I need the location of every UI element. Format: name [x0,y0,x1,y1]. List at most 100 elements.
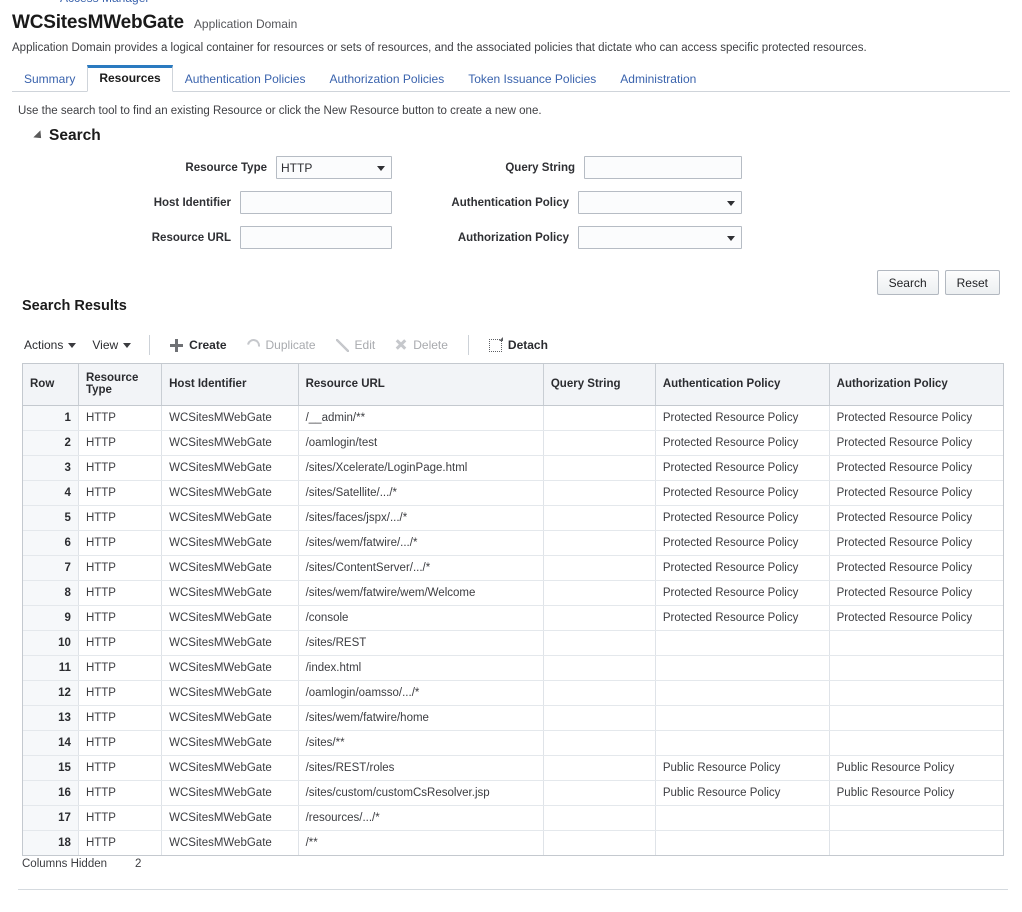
resource-type-label: Resource Type [185,161,267,174]
search-form: Resource Type HTTP Query String Host Ide… [0,156,1010,261]
cell-authorization-policy [829,730,1003,756]
cell-authentication-policy: Protected Resource Policy [655,455,830,481]
cell-host-identifier: WCSitesMWebGate [161,530,299,556]
cell-authentication-policy [655,830,830,855]
column-header-resource-url[interactable]: Resource URL [298,364,544,406]
cell-host-identifier: WCSitesMWebGate [161,730,299,756]
cell-host-identifier: WCSitesMWebGate [161,680,299,706]
cell-row-number: 6 [23,530,79,556]
delete-label: Delete [413,338,448,352]
chevron-down-icon [377,165,385,171]
cell-row-number: 8 [23,580,79,606]
detach-button[interactable]: Detach [479,336,558,352]
resource-url-label: Resource URL [151,231,231,244]
table-row[interactable]: 7 HTTP WCSitesMWebGate/sites/ContentServer… [23,555,1003,581]
view-menu[interactable]: View [84,338,139,352]
cell-resource-url: /index.html [298,655,544,681]
chevron-down-icon [727,200,735,206]
columns-hidden-value: 2 [135,858,142,870]
authentication-policy-select[interactable] [578,191,742,214]
table-row[interactable]: 11 HTTP WCSitesMWebGate/index.html [23,655,1003,681]
search-button[interactable]: Search [876,270,939,295]
authorization-policy-select[interactable] [578,226,742,249]
cell-resource-url: /sites/Satellite/.../* [298,480,544,506]
cell-authorization-policy: Public Resource Policy [829,755,1003,781]
column-header-query-string[interactable]: Query String [543,364,656,406]
reset-button[interactable]: Reset [944,270,1000,295]
column-header-resource-type[interactable]: Resource Type [78,364,163,406]
tab-summary[interactable]: Summary [12,67,87,92]
table-row[interactable]: 4 HTTP WCSitesMWebGate/sites/Satellite/...… [23,480,1003,506]
table-row[interactable]: 14 HTTP WCSitesMWebGate/sites/** [23,730,1003,756]
host-identifier-input[interactable] [240,191,392,214]
cell-resource-url: /sites/wem/fatwire/wem/Welcome [298,580,544,606]
view-menu-label: View [92,338,119,352]
table-row[interactable]: 15 HTTP WCSitesMWebGate/sites/REST/roles Pu… [23,755,1003,781]
collapse-triangle-icon[interactable] [33,130,45,142]
cell-row-number: 4 [23,480,79,506]
cell-resource-url: /__admin/** [298,405,544,431]
cell-resource-url: /sites/ContentServer/.../* [298,555,544,581]
cell-resource-url: /** [298,830,544,855]
cell-host-identifier: WCSitesMWebGate [161,655,299,681]
column-header-host-identifier[interactable]: Host Identifier [161,364,299,406]
table-row[interactable]: 6 HTTP WCSitesMWebGate/sites/wem/fatwire/.… [23,530,1003,556]
table-row[interactable]: 13 HTTP WCSitesMWebGate/sites/wem/fatwire/… [23,705,1003,731]
query-string-input[interactable] [584,156,742,179]
cell-resource-type: HTTP [78,605,163,631]
table-row[interactable]: 3 HTTP WCSitesMWebGate/sites/Xcelerate/Log… [23,455,1003,481]
cell-authorization-policy [829,830,1003,855]
tab-administration[interactable]: Administration [608,67,708,92]
resource-type-select[interactable]: HTTP [276,156,392,179]
toolbar-divider [149,335,151,355]
table-row[interactable]: 9 HTTP WCSitesMWebGate/console Protected Re… [23,605,1003,631]
duplicate-label: Duplicate [265,338,316,352]
table-row[interactable]: 16 HTTP WCSitesMWebGate/sites/custom/custo… [23,780,1003,806]
columns-hidden-label: Columns Hidden [22,858,108,870]
resource-url-input[interactable] [240,226,392,249]
tab-authentication-policies[interactable]: Authentication Policies [173,67,318,92]
cell-resource-type: HTTP [78,405,163,431]
tab-authorization-policies[interactable]: Authorization Policies [317,67,456,92]
cell-resource-url: /sites/wem/fatwire/.../* [298,530,544,556]
cell-resource-url: /resources/.../* [298,805,544,831]
chevron-down-icon [727,235,735,241]
cell-resource-type: HTTP [78,755,163,781]
tab-resources[interactable]: Resources [87,65,173,92]
cell-row-number: 17 [23,805,79,831]
column-header-row[interactable]: Row [23,364,79,406]
table-row[interactable]: 12 HTTP WCSitesMWebGate/oamlogin/oamsso/..… [23,680,1003,706]
cell-authentication-policy: Protected Resource Policy [655,430,830,456]
cell-query-string [543,830,656,855]
cell-authorization-policy [829,655,1003,681]
cell-row-number: 1 [23,405,79,431]
cell-authentication-policy: Protected Resource Policy [655,505,830,531]
query-string-label: Query String [505,161,575,174]
column-header-authorization-policy[interactable]: Authorization Policy [829,364,1003,406]
cell-authorization-policy: Protected Resource Policy [829,505,1003,531]
actions-menu[interactable]: Actions [22,338,84,352]
breadcrumb[interactable]: Access Manager [60,0,149,5]
search-section-header[interactable]: Search [33,127,101,145]
table-row[interactable]: 17 HTTP WCSitesMWebGate/resources/.../* [23,805,1003,831]
table-row[interactable]: 5 HTTP WCSitesMWebGate/sites/faces/jspx/..… [23,505,1003,531]
cell-authentication-policy: Protected Resource Policy [655,580,830,606]
cell-query-string [543,580,656,606]
column-header-authentication-policy[interactable]: Authentication Policy [655,364,830,406]
cell-row-number: 2 [23,430,79,456]
create-button[interactable]: Create [160,338,236,352]
table-row[interactable]: 1 HTTP WCSitesMWebGate/__admin/** Protected… [23,405,1003,431]
table-row[interactable]: 8 HTTP WCSitesMWebGate/sites/wem/fatwire/w… [23,580,1003,606]
cell-authorization-policy: Protected Resource Policy [829,405,1003,431]
cell-query-string [543,530,656,556]
cell-resource-url: /sites/faces/jspx/.../* [298,505,544,531]
tab-token-issuance-policies[interactable]: Token Issuance Policies [456,67,608,92]
cell-query-string [543,730,656,756]
cell-authentication-policy: Protected Resource Policy [655,605,830,631]
table-row[interactable]: 10 HTTP WCSitesMWebGate/sites/REST [23,630,1003,656]
table-row[interactable]: 2 HTTP WCSitesMWebGate/oamlogin/test Protec… [23,430,1003,456]
table-body: 1 HTTP WCSitesMWebGate/__admin/** Protected… [23,405,1003,855]
bottom-divider [18,889,1008,890]
duplicate-icon [243,335,263,355]
table-row[interactable]: 18 HTTP WCSitesMWebGate/** [23,830,1003,855]
